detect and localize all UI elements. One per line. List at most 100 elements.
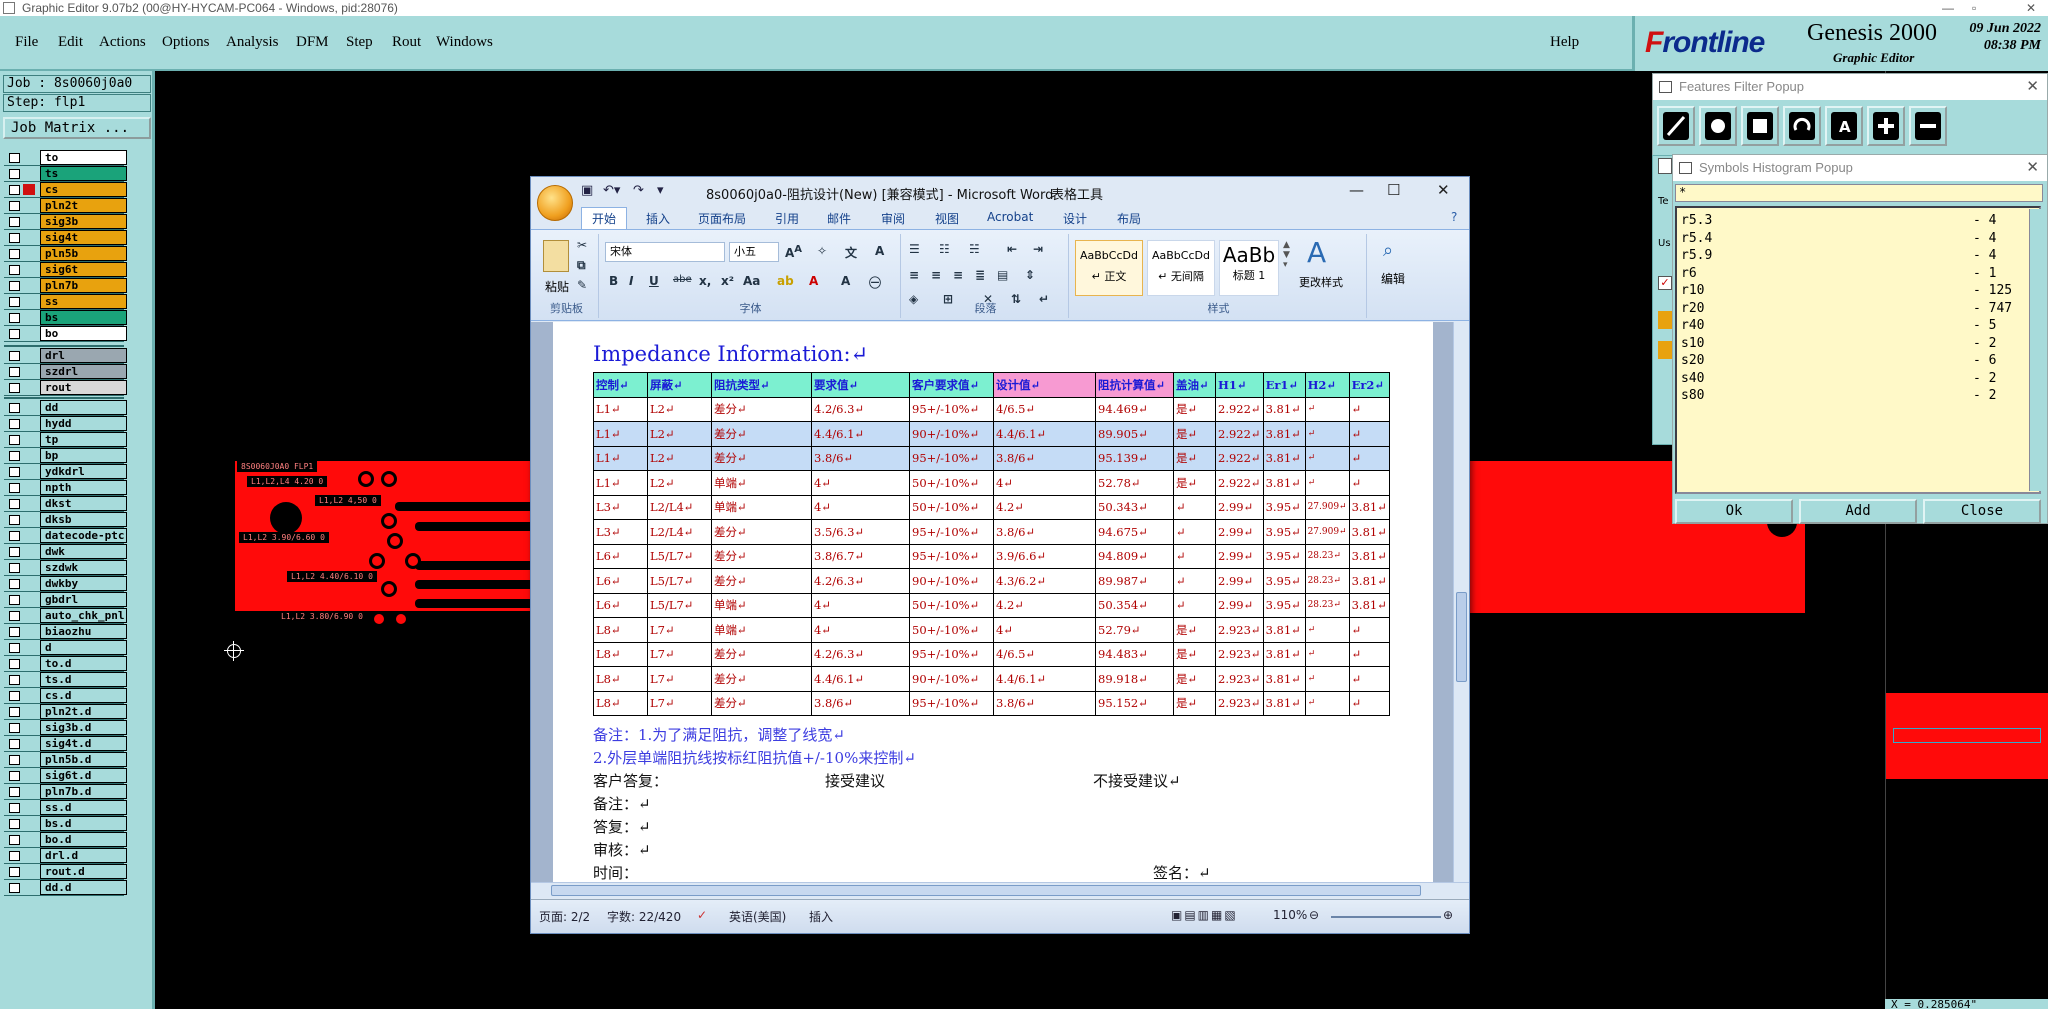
table-row[interactable]: L1↵ L2↵ 单端↵ 4↵ 50+/-10%↵ 4↵ 52.78↵ 是↵ 2.922↵ 3.81…	[593, 470, 1390, 496]
layer-name[interactable]: ydkdrl	[40, 464, 127, 479]
table-cell[interactable]: 3.95↵	[1262, 568, 1306, 594]
tab-acrobat[interactable]: Acrobat	[987, 210, 1033, 224]
layer-name[interactable]: hydd	[40, 416, 127, 431]
table-cell[interactable]: ↵	[1348, 396, 1390, 422]
layer-name[interactable]: cs	[40, 182, 127, 197]
menu-rout[interactable]: Rout	[392, 34, 421, 51]
justify-icon[interactable]: ≣	[975, 268, 985, 282]
phonetic-icon[interactable]: 文	[845, 244, 857, 261]
layer-checkbox[interactable]	[9, 867, 20, 877]
table-cell[interactable]: ↵	[1173, 543, 1216, 569]
layer-row-ss-d[interactable]: ss.d	[4, 800, 127, 816]
table-cell[interactable]: L8↵	[593, 641, 648, 667]
table-cell[interactable]: L2/L4↵	[647, 519, 712, 545]
layer-row-bp[interactable]: bp	[4, 448, 127, 464]
menu-dfm[interactable]: DFM	[296, 34, 329, 51]
table-cell[interactable]: 差分↵	[711, 690, 812, 716]
table-cell[interactable]: ↵	[1304, 421, 1350, 447]
word-count[interactable]: 字数: 22/420	[607, 908, 681, 925]
table-cell[interactable]: 3.95↵	[1262, 494, 1306, 520]
table-cell[interactable]: L8↵	[593, 666, 648, 692]
table-cell[interactable]: ↵	[1304, 396, 1350, 422]
table-cell[interactable]: 3.81↵	[1262, 666, 1306, 692]
layer-row-tp[interactable]: tp	[4, 432, 127, 448]
table-cell[interactable]: 95.139↵	[1095, 445, 1174, 471]
table-cell[interactable]: 3.5/6.3↵	[811, 519, 910, 545]
font-size-select[interactable]: 小五	[729, 242, 779, 262]
layer-checkbox[interactable]	[9, 185, 20, 195]
table-cell[interactable]: 3.81↵	[1262, 445, 1306, 471]
table-cell[interactable]: 3.8/6↵	[811, 445, 910, 471]
styles-scroll-icon[interactable]: ▲ ▼ ▾	[1283, 240, 1290, 270]
layer-name[interactable]: dd	[40, 400, 127, 415]
layer-row-sig3b-d[interactable]: sig3b.d	[4, 720, 127, 736]
close-icon[interactable]: ✕	[2026, 155, 2039, 181]
table-cell[interactable]: 27.909↵	[1304, 519, 1350, 545]
menu-windows[interactable]: Windows	[436, 34, 493, 51]
numbering-icon[interactable]: ☷	[939, 242, 950, 256]
layer-name[interactable]: to	[40, 150, 127, 165]
table-row[interactable]: L8↵ L7↵ 差分↵ 4.4/6.1↵ 90+/-10%↵ 4.4/6.1↵ 89.918…	[593, 666, 1390, 692]
positive-polarity-button[interactable]	[1867, 106, 1905, 146]
table-cell[interactable]: 差分↵	[711, 543, 812, 569]
table-cell[interactable]: 差分↵	[711, 519, 812, 545]
table-cell[interactable]: 4.4/6.1↵	[993, 421, 1096, 447]
table-cell[interactable]: ↵	[1304, 690, 1350, 716]
table-cell[interactable]: 3.81↵	[1348, 592, 1390, 618]
table-cell[interactable]: 单端↵	[711, 617, 812, 643]
layer-row-sig6t[interactable]: sig6t	[4, 262, 127, 278]
table-cell[interactable]: 4↵	[811, 494, 910, 520]
table-cell[interactable]: ↵	[1304, 666, 1350, 692]
table-cell[interactable]: 94.675↵	[1095, 519, 1174, 545]
table-cell[interactable]: L2↵	[647, 470, 712, 496]
table-cell[interactable]: 4.2/6.3↵	[811, 396, 910, 422]
superscript-icon[interactable]: x²	[721, 274, 734, 288]
table-cell[interactable]: 95+/-10%↵	[909, 690, 994, 716]
table-cell[interactable]: ↵	[1173, 519, 1216, 545]
font-name-select[interactable]: 宋体	[605, 242, 725, 262]
layer-name[interactable]: ts.d	[40, 672, 127, 687]
table-header-cell[interactable]: 客户要求值↵	[909, 372, 994, 398]
table-cell[interactable]: 4.2/6.3↵	[811, 641, 910, 667]
table-cell[interactable]: L7↵	[647, 641, 712, 667]
table-cell[interactable]: L1↵	[593, 396, 648, 422]
table-cell[interactable]: ↵	[1304, 641, 1350, 667]
layer-row-dd-d[interactable]: dd.d	[4, 880, 127, 896]
table-cell[interactable]: 是↵	[1173, 470, 1216, 496]
table-cell[interactable]: 差分↵	[711, 445, 812, 471]
copy-icon[interactable]: ⧉	[577, 258, 586, 273]
table-cell[interactable]: L6↵	[593, 568, 648, 594]
close-icon[interactable]: ✕	[2026, 74, 2039, 100]
italic-icon[interactable]: I	[629, 274, 633, 288]
symbol-histogram-list[interactable]: r5.3 - 4 r5.4 - 4 r5.9 - 4 r6 - 1 r10 - 125 r20 - 7…	[1675, 206, 2041, 494]
table-cell[interactable]: 是↵	[1173, 617, 1216, 643]
layer-checkbox[interactable]	[9, 297, 20, 307]
layer-row-rout[interactable]: rout	[4, 380, 127, 396]
table-cell[interactable]: ↵	[1173, 592, 1216, 618]
layer-checkbox[interactable]	[9, 249, 20, 259]
table-cell[interactable]: 3.81↵	[1262, 396, 1306, 422]
table-cell[interactable]: ↵	[1348, 690, 1390, 716]
table-cell[interactable]: 是↵	[1173, 666, 1216, 692]
table-cell[interactable]: 3.81↵	[1262, 690, 1306, 716]
table-cell[interactable]: 52.78↵	[1095, 470, 1174, 496]
layer-row-auto-chk-pnl[interactable]: auto_chk_pnl	[4, 608, 127, 624]
table-cell[interactable]: 3.95↵	[1262, 592, 1306, 618]
increase-indent-icon[interactable]: ⇥	[1033, 242, 1043, 256]
table-cell[interactable]: 4.2↵	[993, 494, 1096, 520]
table-cell[interactable]: L6↵	[593, 543, 648, 569]
table-cell[interactable]: 50+/-10%↵	[909, 494, 994, 520]
redo-icon[interactable]: ↷	[633, 183, 644, 198]
table-row[interactable]: L8↵ L7↵ 单端↵ 4↵ 50+/-10%↵ 4↵ 52.79↵ 是↵ 2.923↵ 3.81…	[593, 617, 1390, 643]
change-case-icon[interactable]: Aa	[743, 274, 760, 288]
layer-checkbox[interactable]	[9, 739, 20, 749]
table-cell[interactable]: 2.922↵	[1215, 470, 1264, 496]
table-header-cell[interactable]: 阻抗类型↵	[711, 372, 812, 398]
maximize-icon[interactable]: ☐	[1387, 181, 1400, 199]
table-cell[interactable]: 3.8/6↵	[811, 690, 910, 716]
format-painter-icon[interactable]: ✎	[577, 278, 587, 292]
table-header-cell[interactable]: 屏蔽↵	[647, 372, 712, 398]
table-cell[interactable]: 28.23↵	[1304, 543, 1350, 569]
table-cell[interactable]: 3.81↵	[1348, 568, 1390, 594]
layer-row-gbdrl[interactable]: gbdrl	[4, 592, 127, 608]
